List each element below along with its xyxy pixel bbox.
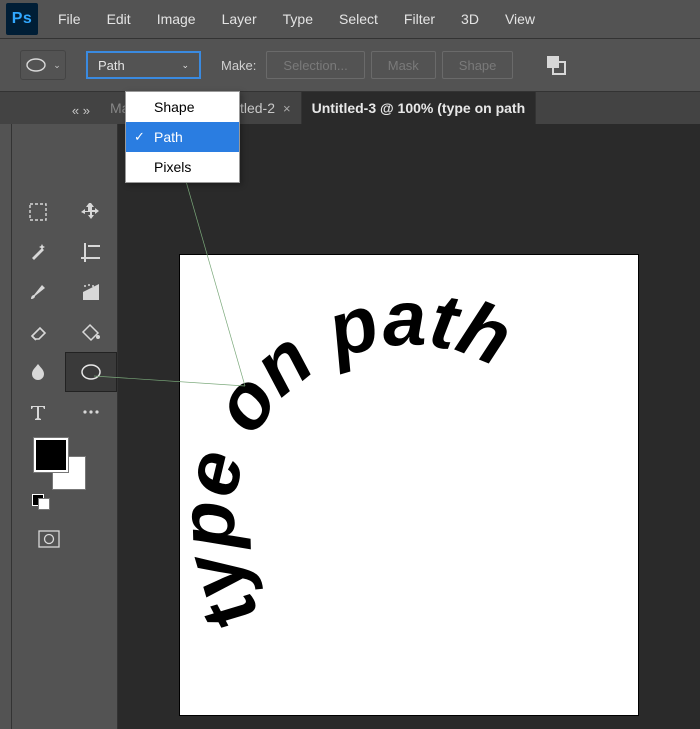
option-label: Path xyxy=(154,129,183,145)
tool-mode-value: Path xyxy=(98,58,125,73)
tool-mode-dropdown-list: Shape ✓ Path Pixels xyxy=(125,91,240,183)
svg-text:type on path: type on path xyxy=(189,274,524,646)
tool-preset-picker[interactable]: ⌄ xyxy=(20,50,66,80)
app-logo[interactable]: Ps xyxy=(6,3,38,35)
menu-filter[interactable]: Filter xyxy=(404,11,435,27)
canvas-viewport[interactable]: type on path xyxy=(118,124,700,729)
gradient-tool[interactable] xyxy=(65,272,118,312)
eraser-tool[interactable] xyxy=(12,312,65,352)
menu-view[interactable]: View xyxy=(505,11,535,27)
dropdown-option-pixels[interactable]: Pixels xyxy=(126,152,239,182)
arc-text-content: type on path xyxy=(189,274,524,646)
crop-tool[interactable] xyxy=(65,232,118,272)
check-icon: ✓ xyxy=(134,129,145,145)
more-tools[interactable] xyxy=(65,392,118,432)
type-on-path-artwork: type on path xyxy=(189,265,629,705)
dropdown-option-path[interactable]: ✓ Path xyxy=(126,122,239,152)
color-swatches xyxy=(12,432,117,522)
foreground-color-swatch[interactable] xyxy=(34,438,68,472)
options-bar: ⌄ Path ⌄ Make: Selection... Mask Shape xyxy=(0,38,700,92)
toolbox xyxy=(12,124,118,729)
path-operations-icon[interactable] xyxy=(541,50,571,80)
document-tab-bar: « » Mask-flatte × Untitled-2 × Untitled-… xyxy=(0,92,700,124)
smudge-tool[interactable] xyxy=(12,352,65,392)
panel-collapse-toggle[interactable]: « » xyxy=(0,96,100,124)
option-label: Shape xyxy=(154,99,194,115)
canvas[interactable]: type on path xyxy=(179,254,639,716)
make-shape-button[interactable]: Shape xyxy=(442,51,514,79)
menu-3d[interactable]: 3D xyxy=(461,11,479,27)
collapsed-panels-strip[interactable] xyxy=(0,124,12,729)
magic-wand-tool[interactable] xyxy=(12,232,65,272)
make-label: Make: xyxy=(221,58,256,73)
quick-mask-toggle[interactable] xyxy=(12,522,117,565)
make-selection-button[interactable]: Selection... xyxy=(266,51,364,79)
move-tool[interactable] xyxy=(65,192,118,232)
ellipse-shape-tool[interactable] xyxy=(65,352,118,392)
chevron-down-icon: ⌄ xyxy=(181,60,189,71)
menu-layer[interactable]: Layer xyxy=(222,11,257,27)
menu-file[interactable]: File xyxy=(58,11,81,27)
close-icon[interactable]: × xyxy=(283,101,291,116)
marquee-tool[interactable] xyxy=(12,192,65,232)
option-label: Pixels xyxy=(154,159,191,175)
paint-bucket-tool[interactable] xyxy=(65,312,118,352)
menu-select[interactable]: Select xyxy=(339,11,378,27)
work-area: type on path xyxy=(0,124,700,729)
tab-label: Untitled-3 @ 100% (type on path xyxy=(312,100,526,116)
menu-bar: Ps File Edit Image Layer Type Select Fil… xyxy=(0,0,700,38)
make-mask-button[interactable]: Mask xyxy=(371,51,436,79)
menu-type[interactable]: Type xyxy=(283,11,313,27)
type-tool[interactable] xyxy=(12,392,65,432)
tool-mode-dropdown[interactable]: Path ⌄ xyxy=(86,51,201,79)
brush-tool[interactable] xyxy=(12,272,65,312)
menu-image[interactable]: Image xyxy=(157,11,196,27)
dropdown-option-shape[interactable]: Shape xyxy=(126,92,239,122)
default-colors-icon[interactable] xyxy=(32,494,50,508)
menu-edit[interactable]: Edit xyxy=(107,11,131,27)
tab-untitled-3[interactable]: Untitled-3 @ 100% (type on path xyxy=(302,92,537,124)
chevron-down-icon: ⌄ xyxy=(53,60,61,71)
